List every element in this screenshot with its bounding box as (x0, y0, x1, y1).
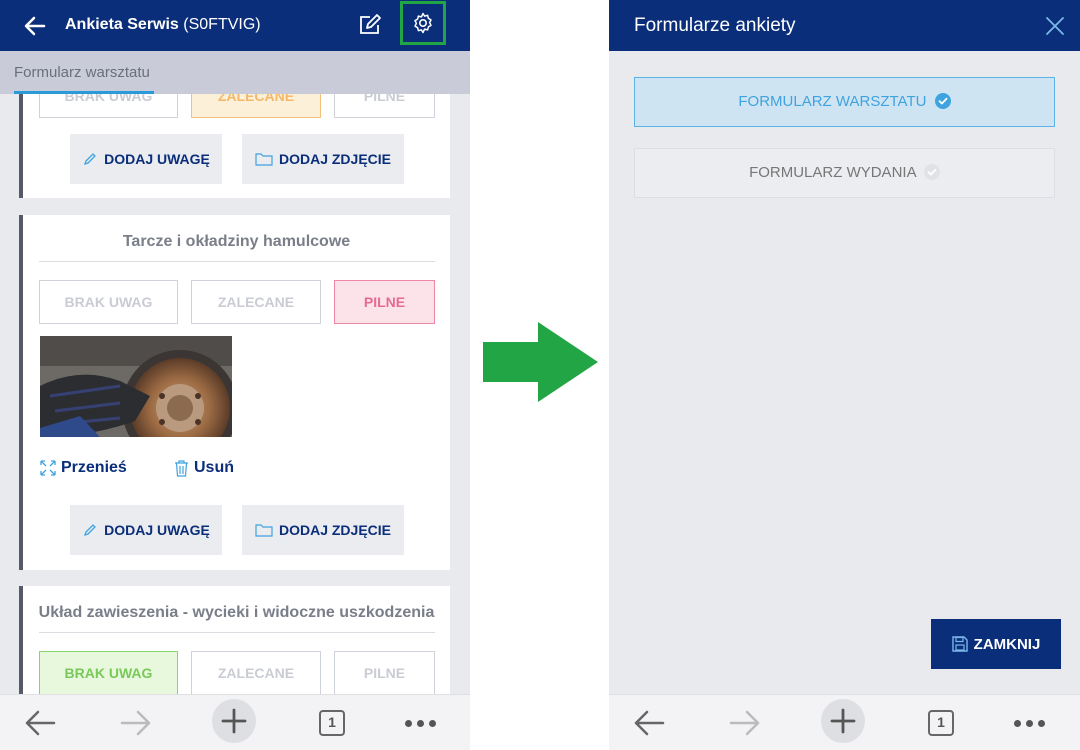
card-title: Układ zawieszenia - wycieki i widoczne u… (38, 604, 435, 621)
inspection-card: BRAK UWAG ZALECANE PILNE DODAJ UWAGĘ DOD… (19, 94, 450, 198)
form-option-label: FORMULARZ WARSZTATU (738, 93, 927, 110)
pencil-icon (84, 153, 97, 166)
add-photo-button[interactable]: DODAJ ZDJĘCIE (242, 505, 404, 555)
app-header: Ankieta Serwis (S0FTVIG) (0, 0, 470, 51)
folder-icon (255, 524, 273, 537)
check-circle-icon (934, 92, 951, 109)
nav-tabs-button[interactable]: 1 (919, 703, 963, 743)
form-option-label: FORMULARZ WYDANIA (749, 164, 916, 181)
form-tab-bar: Formularz warsztatu (0, 51, 470, 94)
check-circle-icon (923, 163, 940, 180)
status-urgent-button[interactable]: PILNE (334, 651, 435, 694)
move-photo-link[interactable]: Przenieś (40, 459, 127, 477)
arrow-right-icon (483, 322, 598, 402)
pencil-icon (84, 524, 97, 537)
status-no-remarks-button[interactable]: BRAK UWAG (39, 94, 178, 118)
inspection-card: Tarcze i okładziny hamulcowe BRAK UWAG Z… (19, 215, 450, 570)
divider (39, 632, 435, 633)
nav-new-tab-button[interactable] (212, 699, 256, 743)
nav-back-button[interactable] (627, 703, 671, 743)
title-bold: Ankieta Serwis (65, 16, 179, 33)
form-option-release[interactable]: FORMULARZ WYDANIA (634, 148, 1055, 198)
add-photo-label: DODAJ ZDJĘCIE (278, 151, 392, 167)
back-arrow-icon (25, 710, 56, 736)
tabs-icon: 1 (319, 710, 345, 736)
folder-icon (255, 153, 273, 166)
edit-icon[interactable] (358, 13, 382, 37)
more-icon (404, 719, 436, 727)
tab-workshop-form[interactable]: Formularz warsztatu (14, 64, 150, 81)
status-recommended-button[interactable]: ZALECANE (191, 280, 321, 324)
inspection-list[interactable]: BRAK UWAG ZALECANE PILNE DODAJ UWAGĘ DOD… (0, 94, 470, 694)
trash-icon (175, 459, 188, 477)
status-urgent-button[interactable]: PILNE (334, 94, 435, 118)
back-arrow-icon (634, 710, 665, 736)
plus-icon (830, 708, 856, 734)
title-code: (S0FTVIG) (183, 16, 261, 33)
nav-new-tab-button[interactable] (821, 699, 865, 743)
save-icon (951, 636, 968, 652)
more-icon (1013, 719, 1045, 727)
move-label: Przenieś (61, 459, 127, 476)
right-screen: Formularze ankiety FORMULARZ WARSZTATU F… (609, 0, 1080, 750)
close-icon[interactable] (1045, 16, 1065, 36)
add-note-button[interactable]: DODAJ UWAGĘ (70, 134, 222, 184)
settings-button[interactable] (400, 1, 446, 45)
forward-arrow-icon (729, 710, 760, 736)
divider (39, 261, 435, 262)
plus-icon (221, 708, 247, 734)
gear-icon (414, 12, 432, 34)
delete-photo-link[interactable]: Usuń (174, 459, 234, 477)
add-photo-button[interactable]: DODAJ ZDJĘCIE (242, 134, 404, 184)
nav-more-button[interactable] (1007, 703, 1051, 743)
nav-forward-button[interactable] (114, 703, 158, 743)
inspection-card: Układ zawieszenia - wycieki i widoczne u… (19, 586, 450, 694)
move-icon (40, 460, 56, 476)
app-title: Ankieta Serwis (S0FTVIG) (65, 16, 261, 34)
browser-bottom-nav: 1 (609, 694, 1080, 750)
add-note-label: DODAJ UWAGĘ (104, 522, 210, 538)
close-button[interactable]: ZAMKNIJ (931, 619, 1061, 669)
form-option-workshop[interactable]: FORMULARZ WARSZTATU (634, 77, 1055, 127)
status-recommended-button[interactable]: ZALECANE (191, 651, 321, 694)
left-screen: Ankieta Serwis (S0FTVIG) Formularz warsz… (0, 0, 470, 750)
close-button-label: ZAMKNIJ (973, 635, 1041, 653)
tabs-icon: 1 (928, 710, 954, 736)
nav-more-button[interactable] (398, 703, 442, 743)
nav-forward-button[interactable] (723, 703, 767, 743)
back-arrow-icon[interactable] (22, 13, 48, 39)
dialog-title: Formularze ankiety (634, 15, 796, 36)
delete-label: Usuń (194, 459, 234, 476)
add-photo-label: DODAJ ZDJĘCIE (278, 522, 392, 538)
forward-arrow-icon (120, 710, 151, 736)
browser-bottom-nav: 1 (0, 694, 470, 750)
add-note-button[interactable]: DODAJ UWAGĘ (70, 505, 222, 555)
brake-disc-photo[interactable] (40, 336, 232, 437)
nav-back-button[interactable] (18, 703, 62, 743)
status-no-remarks-button[interactable]: BRAK UWAG (39, 280, 178, 324)
card-title: Tarcze i okładziny hamulcowe (122, 233, 351, 250)
status-urgent-button[interactable]: PILNE (334, 280, 435, 324)
add-note-label: DODAJ UWAGĘ (104, 151, 210, 167)
dialog-header: Formularze ankiety (609, 0, 1080, 51)
status-no-remarks-button[interactable]: BRAK UWAG (39, 651, 178, 694)
nav-tabs-button[interactable]: 1 (310, 703, 354, 743)
status-recommended-button[interactable]: ZALECANE (191, 94, 321, 118)
